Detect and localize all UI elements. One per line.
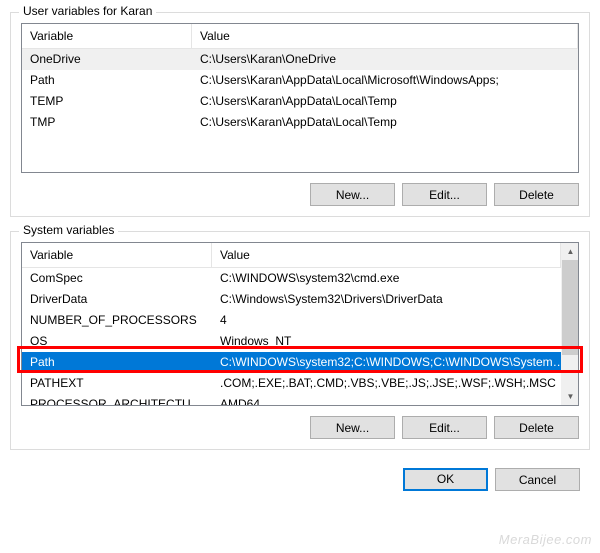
var-name: Path: [22, 70, 192, 91]
var-value: C:\Users\Karan\AppData\Local\Temp: [192, 112, 578, 133]
var-name: PATHEXT: [22, 373, 212, 394]
watermark-text: MeraBijee.com: [499, 532, 592, 547]
system-variables-group: System variables Variable Value ComSpec …: [10, 231, 590, 450]
user-vars-buttons: New... Edit... Delete: [21, 183, 579, 206]
table-row[interactable]: PATHEXT .COM;.EXE;.BAT;.CMD;.VBS;.VBE;.J…: [22, 373, 578, 394]
var-name: DriverData: [22, 289, 212, 310]
sys-vars-body: ComSpec C:\WINDOWS\system32\cmd.exe Driv…: [22, 268, 578, 406]
ok-button[interactable]: OK: [403, 468, 488, 491]
sys-edit-button[interactable]: Edit...: [402, 416, 487, 439]
var-name: OS: [22, 331, 212, 352]
var-value: C:\Users\Karan\AppData\Local\Temp: [192, 91, 578, 112]
table-row[interactable]: TMP C:\Users\Karan\AppData\Local\Temp: [22, 112, 578, 133]
table-row[interactable]: Path C:\Users\Karan\AppData\Local\Micros…: [22, 70, 578, 91]
var-name: PROCESSOR_ARCHITECTURE: [22, 394, 212, 406]
var-name: ComSpec: [22, 268, 212, 289]
var-name: TMP: [22, 112, 192, 133]
var-name: TEMP: [22, 91, 192, 112]
var-value: C:\WINDOWS\system32\cmd.exe: [212, 268, 578, 289]
user-variables-group: User variables for Karan Variable Value …: [10, 12, 590, 217]
table-row[interactable]: ComSpec C:\WINDOWS\system32\cmd.exe: [22, 268, 578, 289]
scroll-up-icon[interactable]: ▲: [562, 243, 579, 260]
vertical-scrollbar[interactable]: ▲ ▼: [561, 243, 578, 405]
sys-col-value[interactable]: Value: [212, 243, 561, 267]
user-delete-button[interactable]: Delete: [494, 183, 579, 206]
user-variables-listbox[interactable]: Variable Value OneDrive C:\Users\Karan\O…: [21, 23, 579, 173]
user-col-value[interactable]: Value: [192, 24, 578, 48]
scrollbar-thumb[interactable]: [562, 260, 578, 355]
var-value: 4: [212, 310, 578, 331]
user-variables-legend: User variables for Karan: [19, 4, 156, 18]
var-name: Path: [22, 352, 212, 373]
table-row[interactable]: NUMBER_OF_PROCESSORS 4: [22, 310, 578, 331]
system-variables-listbox[interactable]: Variable Value ComSpec C:\WINDOWS\system…: [21, 242, 579, 406]
var-name: OneDrive: [22, 49, 192, 70]
var-value: C:\WINDOWS\system32;C:\WINDOWS;C:\WINDOW…: [212, 352, 578, 373]
var-name: NUMBER_OF_PROCESSORS: [22, 310, 212, 331]
user-vars-header: Variable Value: [22, 24, 578, 49]
var-value: C:\Windows\System32\Drivers\DriverData: [212, 289, 578, 310]
var-value: AMD64: [212, 394, 578, 406]
table-row[interactable]: OS Windows_NT: [22, 331, 578, 352]
var-value: C:\Users\Karan\OneDrive: [192, 49, 578, 70]
cancel-button[interactable]: Cancel: [495, 468, 580, 491]
var-value: C:\Users\Karan\AppData\Local\Microsoft\W…: [192, 70, 578, 91]
scroll-down-icon[interactable]: ▼: [562, 388, 579, 405]
table-row[interactable]: Path C:\WINDOWS\system32;C:\WINDOWS;C:\W…: [22, 352, 578, 373]
dialog-buttons: OK Cancel: [0, 454, 600, 501]
var-value: Windows_NT: [212, 331, 578, 352]
user-new-button[interactable]: New...: [310, 183, 395, 206]
var-value: .COM;.EXE;.BAT;.CMD;.VBS;.VBE;.JS;.JSE;.…: [212, 373, 578, 394]
user-edit-button[interactable]: Edit...: [402, 183, 487, 206]
sys-delete-button[interactable]: Delete: [494, 416, 579, 439]
system-variables-legend: System variables: [19, 223, 118, 237]
user-col-variable[interactable]: Variable: [22, 24, 192, 48]
table-row[interactable]: OneDrive C:\Users\Karan\OneDrive: [22, 49, 578, 70]
sys-vars-header: Variable Value: [22, 243, 578, 268]
table-row[interactable]: TEMP C:\Users\Karan\AppData\Local\Temp: [22, 91, 578, 112]
table-row[interactable]: DriverData C:\Windows\System32\Drivers\D…: [22, 289, 578, 310]
user-vars-body: OneDrive C:\Users\Karan\OneDrive Path C:…: [22, 49, 578, 133]
sys-col-variable[interactable]: Variable: [22, 243, 212, 267]
sys-new-button[interactable]: New...: [310, 416, 395, 439]
sys-vars-buttons: New... Edit... Delete: [21, 416, 579, 439]
table-row[interactable]: PROCESSOR_ARCHITECTURE AMD64: [22, 394, 578, 406]
